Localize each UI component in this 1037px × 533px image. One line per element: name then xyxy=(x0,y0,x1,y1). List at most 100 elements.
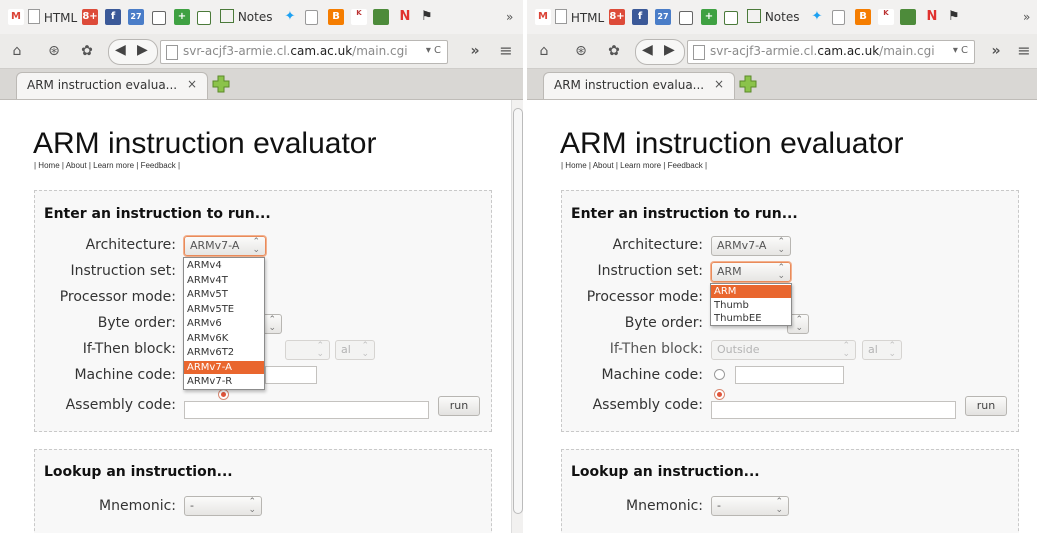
machine-code-radio[interactable] xyxy=(714,369,725,380)
page-links[interactable]: | Home | About | Learn more | Feedback | xyxy=(34,161,180,170)
dropdown-option[interactable]: ARMv7-A xyxy=(184,360,264,374)
dropdown-option[interactable]: ARMv5T xyxy=(184,288,264,301)
tab-arm-evaluator[interactable]: ARM instruction evalua... × xyxy=(16,72,208,99)
page-icon[interactable] xyxy=(679,11,693,25)
google-plus-icon[interactable]: 8+ xyxy=(609,9,625,25)
updown-caret-icon: ⌃ ⌄ xyxy=(777,263,785,281)
architecture-dropdown-list[interactable]: ARMv4 ARMv4T ARMv5T ARMv5TE ARMv6 ARMv6K ARMv6… xyxy=(183,257,265,390)
addon-icon[interactable]: ⊛ xyxy=(45,42,63,60)
bookmark-flag-icon[interactable]: ⚑ xyxy=(421,9,433,25)
assembly-code-input[interactable] xyxy=(711,401,956,419)
tab-close-icon[interactable]: × xyxy=(714,77,724,91)
page-scrollbar[interactable] xyxy=(511,100,523,533)
dictionary-icon[interactable] xyxy=(724,11,738,25)
mnemonic-select[interactable]: - ⌃ ⌄ xyxy=(711,496,789,516)
blogger-icon[interactable]: B xyxy=(328,9,344,25)
reload-addon-icon[interactable]: ✿ xyxy=(605,42,623,60)
dropdown-option[interactable]: ARM xyxy=(711,285,791,298)
dropdown-option[interactable]: ARMv4T xyxy=(184,274,264,287)
dropdown-option[interactable]: ARMv6 xyxy=(184,317,264,330)
tab-arm-evaluator[interactable]: ARM instruction evalua... × xyxy=(543,72,735,99)
reload-addon-icon[interactable]: ✿ xyxy=(78,42,96,60)
bookmark-notes[interactable]: Notes xyxy=(220,9,273,25)
bookmarks-overflow-chevron[interactable]: » xyxy=(1023,9,1030,25)
home-icon[interactable]: ⌂ xyxy=(535,42,553,60)
dropdown-option[interactable]: ARMv7-R xyxy=(184,375,264,388)
green-plus-icon[interactable]: + xyxy=(174,9,190,25)
google-plus-icon[interactable]: 8+ xyxy=(82,9,98,25)
kess-icon[interactable]: K xyxy=(878,9,894,25)
menu-icon[interactable]: ≡ xyxy=(497,42,515,60)
calendar-icon[interactable]: 27 xyxy=(655,9,671,25)
addon-icon[interactable]: ⊛ xyxy=(572,42,590,60)
toolbar-overflow-chevron[interactable]: » xyxy=(466,42,484,60)
dictionary-icon[interactable] xyxy=(197,11,211,25)
bookmark-notes[interactable]: Notes xyxy=(747,9,800,25)
architecture-select[interactable]: ARMv7-A ⌃ ⌄ xyxy=(711,236,791,256)
dropdown-option[interactable]: ARMv6T2 xyxy=(184,346,264,359)
mnemonic-select[interactable]: - ⌃ ⌄ xyxy=(184,496,262,516)
url-bar[interactable]: svr-acjf3-armie.cl.cam.ac.uk/main.cgi ▾ … xyxy=(687,40,975,64)
new-tab-plus-icon[interactable] xyxy=(739,75,757,93)
bookmark-flag-icon[interactable]: ⚑ xyxy=(948,9,960,25)
architecture-select[interactable]: ARMv7-A ⌃ ⌄ xyxy=(184,236,266,256)
forward-arrow-icon[interactable]: ▶ xyxy=(137,42,148,58)
n-icon[interactable]: N xyxy=(397,9,413,25)
bookmark-html[interactable]: HTML xyxy=(555,9,604,25)
instruction-set-select[interactable]: ARM ⌃ ⌄ xyxy=(711,262,791,282)
dropdown-option[interactable]: ARMv6K xyxy=(184,332,264,345)
n-icon[interactable]: N xyxy=(924,9,940,25)
updown-caret-icon: ⌃ ⌄ xyxy=(888,341,896,359)
run-button[interactable]: run xyxy=(438,396,480,416)
bookmarks-overflow-chevron[interactable]: » xyxy=(506,9,513,25)
home-icon[interactable]: ⌂ xyxy=(8,42,26,60)
lookup-legend: Lookup an instruction... xyxy=(44,464,233,480)
back-arrow-icon[interactable]: ◀ xyxy=(642,42,653,58)
it-block-select[interactable]: Outside ⌃ ⌄ xyxy=(711,340,856,360)
gmail-icon[interactable]: M xyxy=(8,9,24,25)
dropdown-option[interactable]: ARMv4 xyxy=(184,259,264,272)
forward-arrow-icon[interactable]: ▶ xyxy=(664,42,675,58)
twitter-icon[interactable]: ✦ xyxy=(809,9,825,25)
machine-code-input[interactable] xyxy=(265,366,317,384)
url-bar[interactable]: svr-acjf3-armie.cl.cam.ac.uk/main.cgi ▾ … xyxy=(160,40,448,64)
facebook-icon[interactable]: f xyxy=(632,9,648,25)
page-links[interactable]: | Home | About | Learn more | Feedback | xyxy=(561,161,707,170)
puzzle-icon[interactable] xyxy=(373,9,389,25)
page-icon[interactable] xyxy=(305,10,318,25)
page-icon[interactable] xyxy=(832,10,845,25)
scrollbar-thumb[interactable] xyxy=(513,108,523,514)
page-content: ARM instruction evaluator | Home | About… xyxy=(527,100,1037,533)
bookmark-html[interactable]: HTML xyxy=(28,9,77,25)
calendar-icon[interactable]: 27 xyxy=(128,9,144,25)
instruction-set-dropdown-list[interactable]: ARM Thumb ThumbEE xyxy=(710,283,792,326)
twitter-icon[interactable]: ✦ xyxy=(282,9,298,25)
back-arrow-icon[interactable]: ◀ xyxy=(115,42,126,58)
gmail-icon[interactable]: M xyxy=(535,9,551,25)
machine-code-label: Machine code: xyxy=(601,367,703,383)
it-block-select[interactable]: ⌃ ⌄ xyxy=(285,340,330,360)
assembly-code-input[interactable] xyxy=(184,401,429,419)
dropdown-option[interactable]: Thumb xyxy=(711,299,791,312)
toolbar-overflow-chevron[interactable]: » xyxy=(987,42,1005,60)
condition-select[interactable]: al ⌃ ⌄ xyxy=(862,340,902,360)
dropdown-option[interactable]: ThumbEE xyxy=(711,312,791,325)
green-plus-icon[interactable]: + xyxy=(701,9,717,25)
run-button[interactable]: run xyxy=(965,396,1007,416)
dropdown-option[interactable]: ARMv5TE xyxy=(184,303,264,316)
blogger-icon[interactable]: B xyxy=(855,9,871,25)
tab-close-icon[interactable]: × xyxy=(187,77,197,91)
new-tab-plus-icon[interactable] xyxy=(212,75,230,93)
page-icon[interactable] xyxy=(152,11,166,25)
assembly-code-radio[interactable] xyxy=(218,389,229,400)
url-dropdown-reload-icon[interactable]: ▾ C xyxy=(426,45,441,56)
condition-select[interactable]: al ⌃ ⌄ xyxy=(335,340,375,360)
menu-icon[interactable]: ≡ xyxy=(1015,42,1033,60)
facebook-icon[interactable]: f xyxy=(105,9,121,25)
url-dropdown-reload-icon[interactable]: ▾ C xyxy=(953,45,968,56)
kess-icon[interactable]: K xyxy=(351,9,367,25)
machine-code-input[interactable] xyxy=(735,366,844,384)
assembly-code-radio[interactable] xyxy=(714,389,725,400)
puzzle-icon[interactable] xyxy=(900,9,916,25)
url-text: svr-acjf3-armie.cl.cam.ac.uk/main.cgi xyxy=(710,44,935,58)
